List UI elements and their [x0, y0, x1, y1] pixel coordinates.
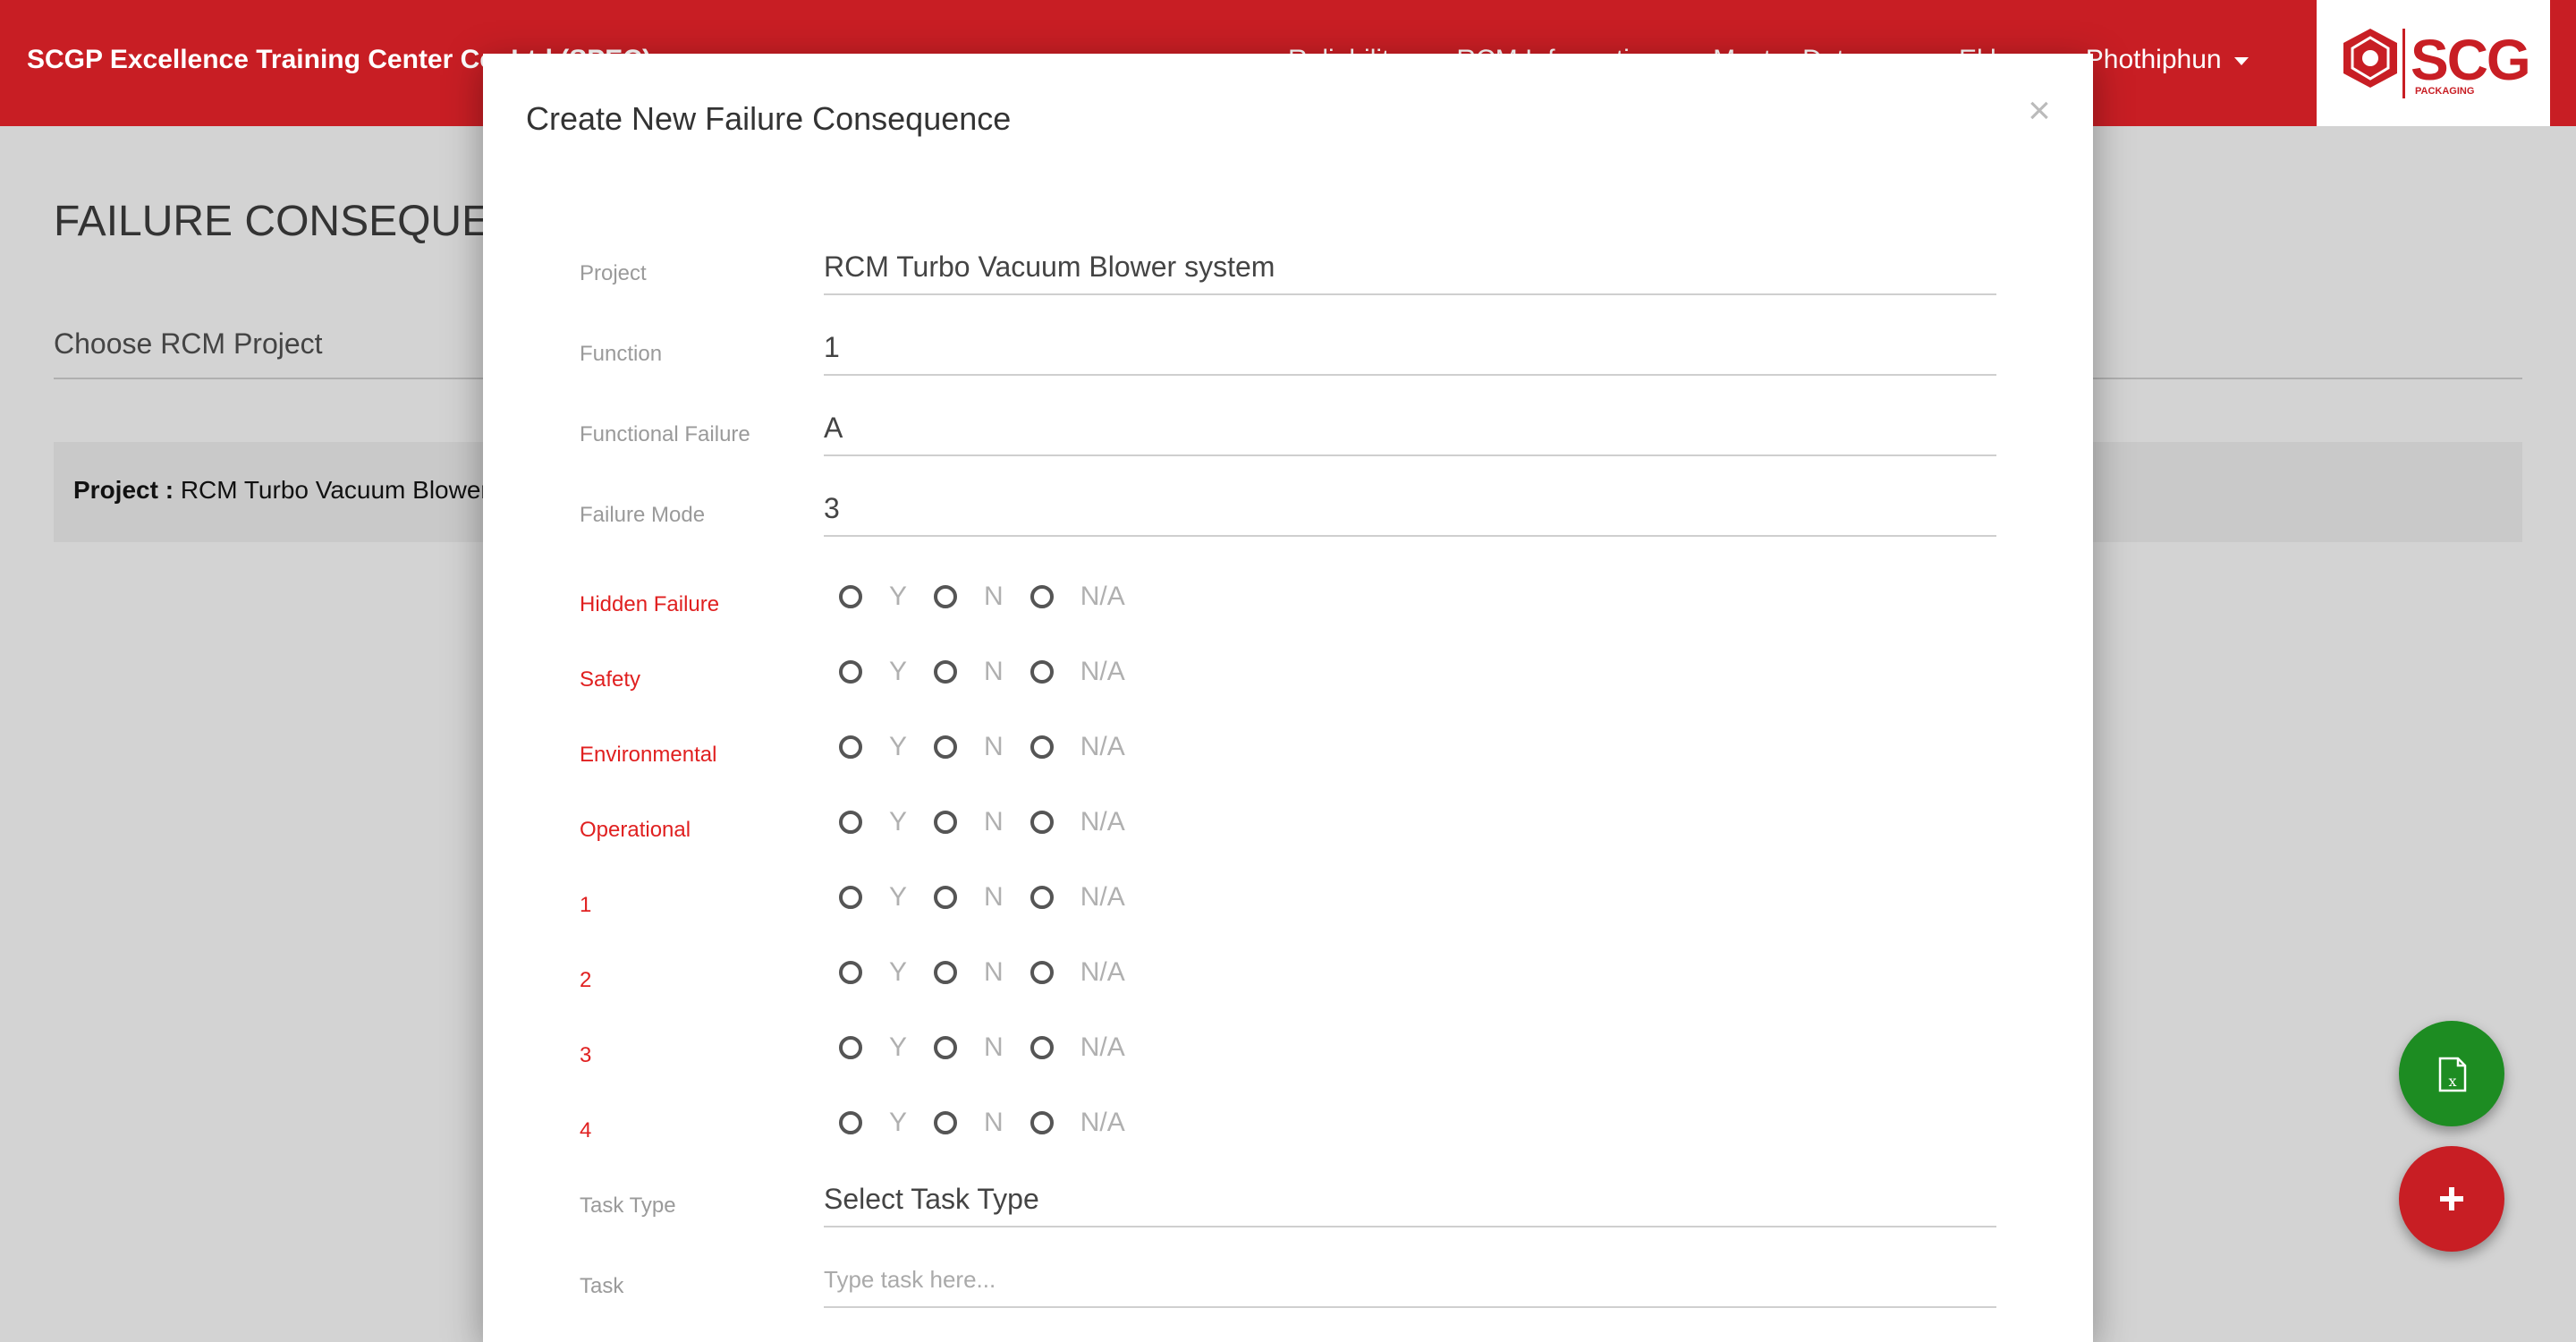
- radio-option-label: Y: [889, 732, 908, 761]
- radio-row-1: 1 Y N N/A: [580, 866, 1996, 941]
- field-label: Project: [580, 261, 647, 285]
- radio-row-label: 2: [580, 968, 592, 992]
- radio-option-label: Y: [889, 957, 908, 987]
- radio-option-label: N: [984, 1032, 1004, 1062]
- radio-y[interactable]: [839, 1111, 862, 1134]
- field-label: Function: [580, 342, 663, 366]
- field-label: Failure Mode: [580, 503, 706, 527]
- field-label: Functional Failure: [580, 422, 750, 446]
- radio-option-label: N: [984, 657, 1004, 686]
- radio-n[interactable]: [934, 886, 958, 909]
- radio-row-label: Safety: [580, 667, 641, 692]
- radio-option-label: N: [984, 582, 1004, 611]
- radio-option-label: N/A: [1080, 1032, 1125, 1062]
- radio-option-label: N/A: [1080, 582, 1125, 611]
- radio-n[interactable]: [934, 585, 958, 608]
- radio-row-safety: Safety Y N N/A: [580, 641, 1996, 716]
- field-function: Function 1: [580, 320, 1996, 401]
- project-input[interactable]: RCM Turbo Vacuum Blower system: [824, 240, 1996, 295]
- failure-mode-input[interactable]: 3: [824, 481, 1996, 537]
- field-task: Task Type task here...: [580, 1253, 1996, 1333]
- radio-y[interactable]: [839, 660, 862, 684]
- radio-row-label: 3: [580, 1043, 592, 1067]
- radio-group: Y N N/A: [839, 807, 1152, 837]
- field-functional-failure: Functional Failure A: [580, 401, 1996, 481]
- radio-row-operational: Operational Y N N/A: [580, 791, 1996, 866]
- radio-row-label: 1: [580, 893, 592, 917]
- radio-group: Y N N/A: [839, 882, 1152, 913]
- radio-na[interactable]: [1030, 660, 1054, 684]
- radio-y[interactable]: [839, 961, 862, 984]
- radio-option-label: N: [984, 957, 1004, 987]
- radio-row-label: Environmental: [580, 743, 717, 767]
- task-input[interactable]: Type task here...: [824, 1253, 1996, 1308]
- radio-y[interactable]: [839, 886, 862, 909]
- field-task-type: Task Type Select Task Type: [580, 1172, 1996, 1253]
- close-icon[interactable]: ×: [2021, 91, 2057, 131]
- radio-y[interactable]: [839, 585, 862, 608]
- radio-y[interactable]: [839, 1036, 862, 1059]
- radio-row-label: Operational: [580, 818, 691, 842]
- radio-option-label: N: [984, 882, 1004, 912]
- radio-group: Y N N/A: [839, 657, 1152, 687]
- radio-na[interactable]: [1030, 735, 1054, 759]
- radio-option-label: N: [984, 732, 1004, 761]
- radio-y[interactable]: [839, 811, 862, 834]
- radio-y[interactable]: [839, 735, 862, 759]
- radio-option-label: N/A: [1080, 807, 1125, 837]
- radio-group: Y N N/A: [839, 1032, 1152, 1063]
- create-failure-consequence-modal: Create New Failure Consequence × Project…: [483, 54, 2093, 1342]
- radio-row-environmental: Environmental Y N N/A: [580, 716, 1996, 791]
- radio-row-label: Hidden Failure: [580, 592, 720, 616]
- radio-group: Y N N/A: [839, 582, 1152, 612]
- radio-na[interactable]: [1030, 886, 1054, 909]
- radio-na[interactable]: [1030, 1036, 1054, 1059]
- radio-n[interactable]: [934, 811, 958, 834]
- radio-row-label: 4: [580, 1118, 592, 1142]
- radio-n[interactable]: [934, 735, 958, 759]
- radio-option-label: Y: [889, 582, 908, 611]
- radio-n[interactable]: [934, 1036, 958, 1059]
- radio-row-4: 4 Y N N/A: [580, 1091, 1996, 1167]
- radio-row-3: 3 Y N N/A: [580, 1016, 1996, 1091]
- radio-option-label: N/A: [1080, 957, 1125, 987]
- radio-n[interactable]: [934, 1111, 958, 1134]
- field-label: Task Type: [580, 1193, 676, 1218]
- radio-group: Y N N/A: [839, 732, 1152, 762]
- radio-option-label: Y: [889, 882, 908, 912]
- radio-option-label: Y: [889, 807, 908, 837]
- field-failure-mode: Failure Mode 3: [580, 481, 1996, 562]
- radio-option-label: N/A: [1080, 732, 1125, 761]
- task-type-select[interactable]: Select Task Type: [824, 1172, 1996, 1227]
- modal-title: Create New Failure Consequence: [526, 100, 1012, 137]
- field-project: Project RCM Turbo Vacuum Blower system: [580, 240, 1996, 320]
- radio-option-label: N/A: [1080, 1108, 1125, 1137]
- radio-na[interactable]: [1030, 961, 1054, 984]
- radio-n[interactable]: [934, 961, 958, 984]
- radio-group: Y N N/A: [839, 1108, 1152, 1138]
- radio-row-hidden-failure: Hidden Failure Y N N/A: [580, 565, 1996, 641]
- radio-option-label: N: [984, 1108, 1004, 1137]
- radio-option-label: Y: [889, 1108, 908, 1137]
- radio-group: Y N N/A: [839, 957, 1152, 988]
- radio-option-label: Y: [889, 1032, 908, 1062]
- functional-failure-input[interactable]: A: [824, 401, 1996, 456]
- radio-na[interactable]: [1030, 585, 1054, 608]
- radio-option-label: N/A: [1080, 657, 1125, 686]
- radio-option-label: N/A: [1080, 882, 1125, 912]
- radio-option-label: Y: [889, 657, 908, 686]
- radio-option-label: N: [984, 807, 1004, 837]
- field-label: Task: [580, 1274, 624, 1298]
- radio-na[interactable]: [1030, 811, 1054, 834]
- radio-row-2: 2 Y N N/A: [580, 941, 1996, 1016]
- radio-n[interactable]: [934, 660, 958, 684]
- function-input[interactable]: 1: [824, 320, 1996, 376]
- radio-na[interactable]: [1030, 1111, 1054, 1134]
